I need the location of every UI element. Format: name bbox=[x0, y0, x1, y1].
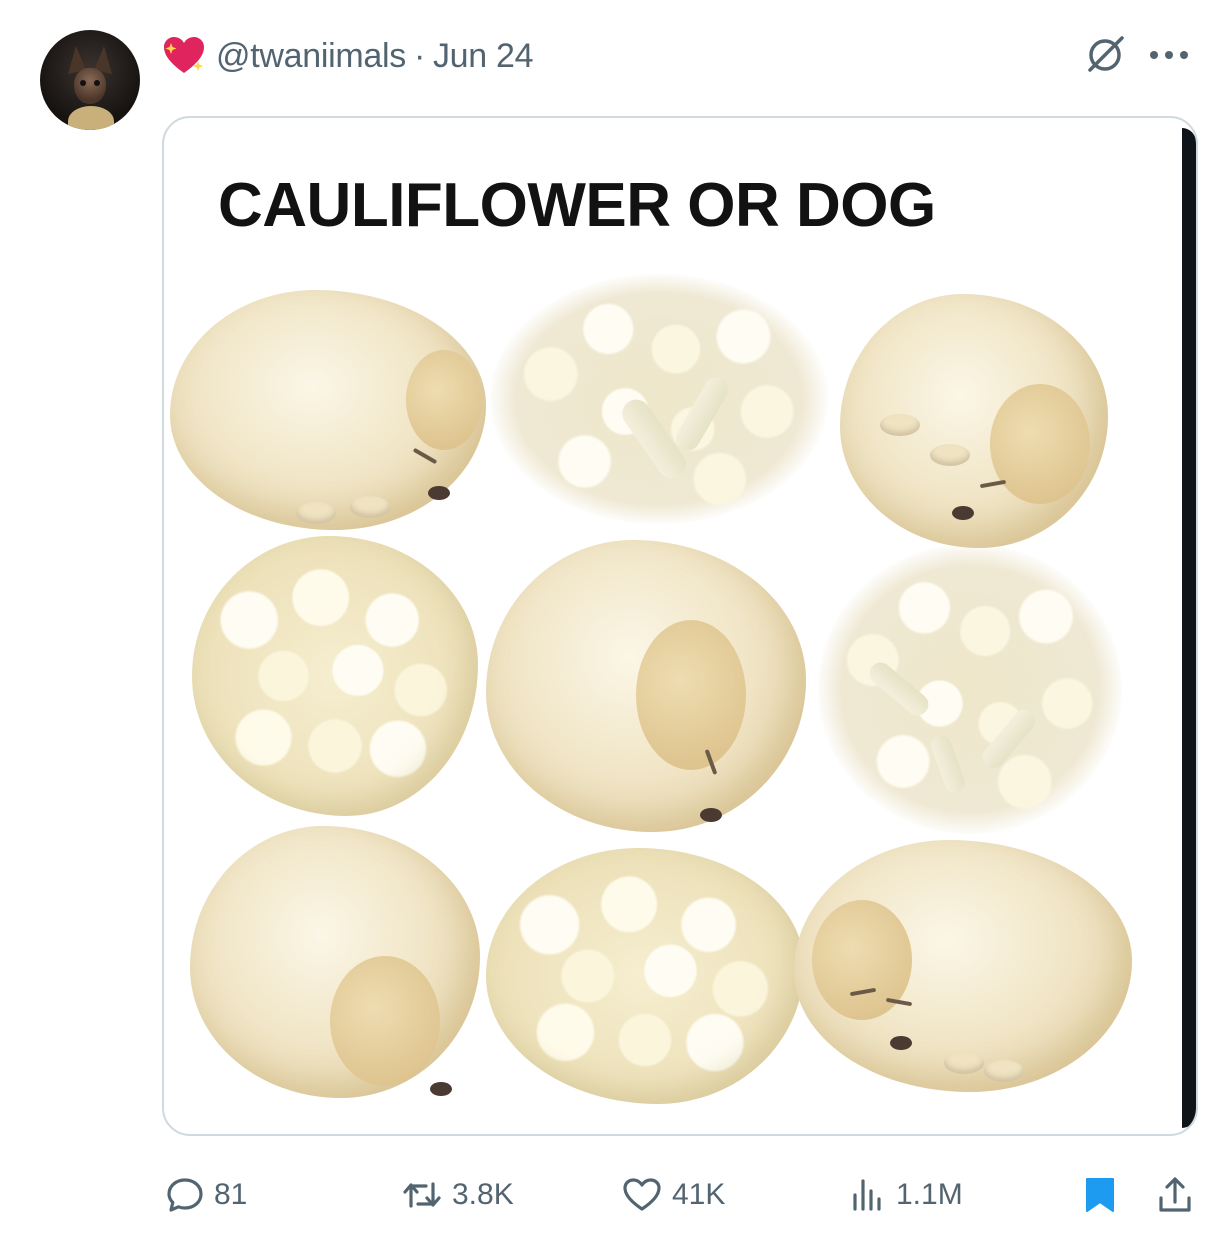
share-icon bbox=[1159, 1177, 1191, 1212]
reply-icon bbox=[167, 1178, 203, 1212]
avatar-eye bbox=[94, 80, 100, 86]
bookmark-icon bbox=[1086, 1178, 1114, 1212]
grid-tile-dog bbox=[190, 826, 480, 1098]
like-button[interactable]: 41K bbox=[622, 1170, 725, 1220]
share-button[interactable] bbox=[1158, 1170, 1192, 1220]
repost-icon bbox=[403, 1182, 441, 1208]
repost-button[interactable]: 3.8K bbox=[402, 1170, 514, 1220]
like-count: 41K bbox=[672, 1178, 726, 1211]
handle-date-line: @twaniimals · Jun 24 bbox=[216, 36, 534, 76]
separator-dot: · bbox=[413, 36, 425, 75]
header-actions bbox=[1084, 34, 1190, 76]
avatar-eye bbox=[80, 80, 86, 86]
grid-tile-dog bbox=[486, 540, 806, 832]
tweet-media[interactable]: CAULIFLOWER OR DOG bbox=[162, 116, 1198, 1136]
more-icon[interactable] bbox=[1148, 49, 1190, 61]
view-count: 1.1M bbox=[896, 1178, 963, 1211]
grid-tile-dog bbox=[170, 290, 486, 530]
post-date[interactable]: Jun 24 bbox=[433, 37, 534, 76]
avatar-dog-face bbox=[74, 68, 106, 104]
reply-button[interactable]: 81 bbox=[166, 1170, 247, 1220]
reply-count: 81 bbox=[214, 1178, 248, 1211]
meme-title: CAULIFLOWER OR DOG bbox=[218, 171, 936, 240]
repost-count: 3.8K bbox=[452, 1178, 514, 1211]
bookmark-button[interactable] bbox=[1084, 1170, 1116, 1220]
grid-tile-cauliflower bbox=[192, 536, 478, 816]
grid-tile-cauliflower bbox=[486, 848, 804, 1104]
grok-icon[interactable] bbox=[1084, 34, 1126, 76]
user-handle[interactable]: @twaniimals bbox=[216, 37, 406, 76]
media-edge-shadow bbox=[1182, 128, 1196, 1128]
views-icon bbox=[853, 1179, 881, 1211]
like-icon bbox=[623, 1178, 661, 1211]
avatar-shirt bbox=[68, 106, 114, 130]
grid-tile-cauliflower bbox=[490, 274, 828, 524]
sparkling-heart-icon bbox=[162, 35, 206, 77]
grid-tile-cauliflower bbox=[818, 544, 1122, 834]
avatar[interactable] bbox=[40, 30, 140, 130]
grid-tile-dog bbox=[794, 840, 1132, 1092]
tweet-header: @twaniimals · Jun 24 bbox=[162, 34, 534, 78]
views-button[interactable]: 1.1M bbox=[850, 1170, 963, 1220]
tweet-action-bar: 81 3.8K 41K 1.1M bbox=[162, 1170, 1198, 1220]
grid-tile-dog bbox=[840, 294, 1108, 548]
